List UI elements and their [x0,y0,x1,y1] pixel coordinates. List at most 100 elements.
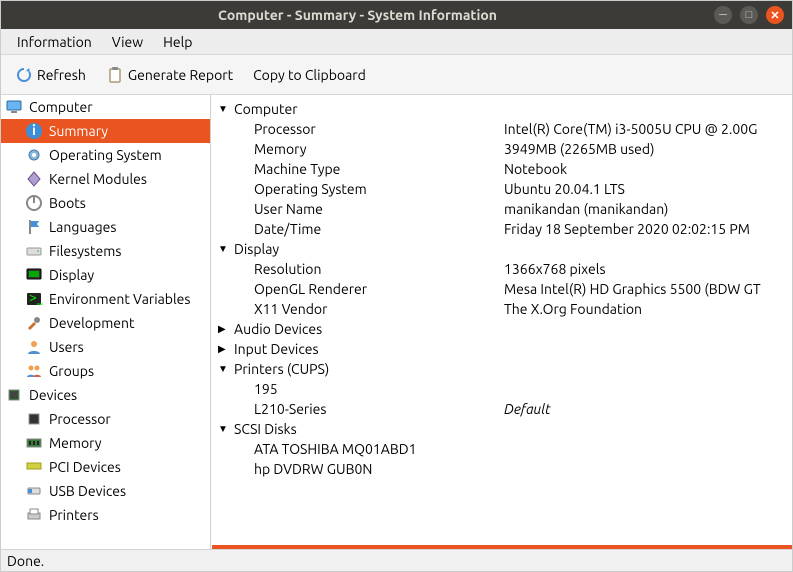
main-area: Computer i Summary Operating System Kernel M… [1,95,792,549]
statusbar: Done. [1,549,792,571]
tools-icon [25,314,43,332]
info-key: Date/Time [254,221,504,237]
sidebar-item-development[interactable]: Development [1,311,210,335]
info-value: Intel(R) Core(TM) i3-5005U CPU @ 2.00G [504,121,792,137]
sidebar-item-printers[interactable]: Printers [1,503,210,527]
section-title: Input Devices [234,341,319,357]
info-row: Date/TimeFriday 18 September 2020 02:02:… [212,219,792,239]
sidebar-group-label: Computer [29,99,93,115]
sidebar-item-label: Development [49,315,135,331]
flag-icon [25,218,43,236]
info-row: User Namemanikandan (manikandan) [212,199,792,219]
info-value: Notebook [504,161,792,177]
sidebar[interactable]: Computer i Summary Operating System Kernel M… [1,95,211,549]
report-label: Generate Report [128,67,233,83]
section-header-input-devices[interactable]: ▶Input Devices [212,339,792,359]
section-title: Printers (CUPS) [234,361,329,377]
sidebar-item-pci-devices[interactable]: PCI Devices [1,455,210,479]
info-value [504,461,792,477]
refresh-button[interactable]: Refresh [7,62,94,88]
info-value [504,441,792,457]
info-key: Memory [254,141,504,157]
chip-icon [5,386,23,404]
info-key: Machine Type [254,161,504,177]
info-row: hp DVDRW GUB0N [212,459,792,479]
maximize-button[interactable]: □ [740,6,758,24]
sidebar-item-environment-variables[interactable]: >_Environment Variables [1,287,210,311]
info-value: Mesa Intel(R) HD Graphics 5500 (BDW GT [504,281,792,297]
info-row: Machine TypeNotebook [212,159,792,179]
sidebar-item-label: Summary [49,123,108,139]
info-row: Memory3949MB (2265MB used) [212,139,792,159]
info-key: User Name [254,201,504,217]
section-title: Computer [234,101,298,117]
sidebar-item-groups[interactable]: Groups [1,359,210,383]
printer-icon [25,506,43,524]
drive-icon [25,242,43,260]
section-title: SCSI Disks [234,421,297,437]
section-header-display[interactable]: ▼Display [212,239,792,259]
section-title: Audio Devices [234,321,322,337]
info-key: 195 [254,381,504,397]
menu-help[interactable]: Help [153,31,202,53]
info-key: ATA TOSHIBA MQ01ABD1 [254,441,504,457]
sidebar-item-boots[interactable]: Boots [1,191,210,215]
sidebar-item-label: USB Devices [49,483,126,499]
sidebar-item-memory[interactable]: Memory [1,431,210,455]
menu-information[interactable]: Information [7,31,102,53]
generate-report-button[interactable]: Generate Report [98,62,241,88]
sidebar-item-filesystems[interactable]: Filesystems [1,239,210,263]
info-key: Resolution [254,261,504,277]
section-header-printers-cups-[interactable]: ▼ Printers (CUPS) [212,359,792,379]
sidebar-group-label: Devices [29,387,77,403]
pci-icon [25,458,43,476]
sidebar-item-usb-devices[interactable]: USB Devices [1,479,210,503]
info-value: 1366x768 pixels [504,261,792,277]
sidebar-item-summary[interactable]: i Summary [1,119,210,143]
clipboard-label: Copy to Clipboard [253,67,366,83]
minimize-button[interactable]: ─ [714,6,732,24]
disclosure-right-icon: ▶ [218,323,228,335]
sidebar-group-computer[interactable]: Computer [1,95,210,119]
svg-text:i: i [32,122,36,138]
sidebar-item-label: Languages [49,219,116,235]
info-icon: i [25,122,43,140]
gear-icon [25,146,43,164]
copy-clipboard-button[interactable]: Copy to Clipboard [245,63,374,87]
titlebar: Computer - Summary - System Information … [1,1,792,29]
sidebar-item-label: Environment Variables [49,291,190,307]
info-row: ProcessorIntel(R) Core(TM) i3-5005U CPU … [212,119,792,139]
close-button[interactable]: ✕ [766,6,784,24]
info-key: Operating System [254,181,504,197]
window-title: Computer - Summary - System Information [9,7,706,23]
info-key: hp DVDRW GUB0N [254,461,504,477]
sidebar-item-label: Kernel Modules [49,171,147,187]
menu-view[interactable]: View [102,31,153,53]
info-row: Resolution1366x768 pixels [212,259,792,279]
usb-icon [25,482,43,500]
disclosure-down-icon: ▼ [218,363,228,375]
sidebar-item-languages[interactable]: Languages [1,215,210,239]
menubar: Information View Help [1,29,792,55]
sidebar-item-processor[interactable]: Processor [1,407,210,431]
content-scroll[interactable]: ▼ComputerProcessorIntel(R) Core(TM) i3-5… [212,95,792,543]
mem-icon [25,434,43,452]
sidebar-item-label: Memory [49,435,102,451]
sidebar-item-users[interactable]: Users [1,335,210,359]
sidebar-group-devices[interactable]: Devices [1,383,210,407]
section-header-scsi-disks[interactable]: ▼SCSI Disks [212,419,792,439]
sidebar-item-kernel-modules[interactable]: Kernel Modules [1,167,210,191]
info-row: OpenGL RendererMesa Intel(R) HD Graphics… [212,279,792,299]
info-value: Default [504,401,792,417]
section-header-computer[interactable]: ▼Computer [212,99,792,119]
sidebar-item-display[interactable]: Display [1,263,210,287]
info-value [504,381,792,397]
info-key: Processor [254,121,504,137]
info-row: Operating SystemUbuntu 20.04.1 LTS [212,179,792,199]
section-header-audio-devices[interactable]: ▶ Audio Devices [212,319,792,339]
sidebar-item-operating-system[interactable]: Operating System [1,143,210,167]
info-row: X11 VendorThe X.Org Foundation [212,299,792,319]
refresh-icon [15,66,33,84]
sidebar-item-label: Boots [49,195,86,211]
sidebar-item-label: Groups [49,363,94,379]
